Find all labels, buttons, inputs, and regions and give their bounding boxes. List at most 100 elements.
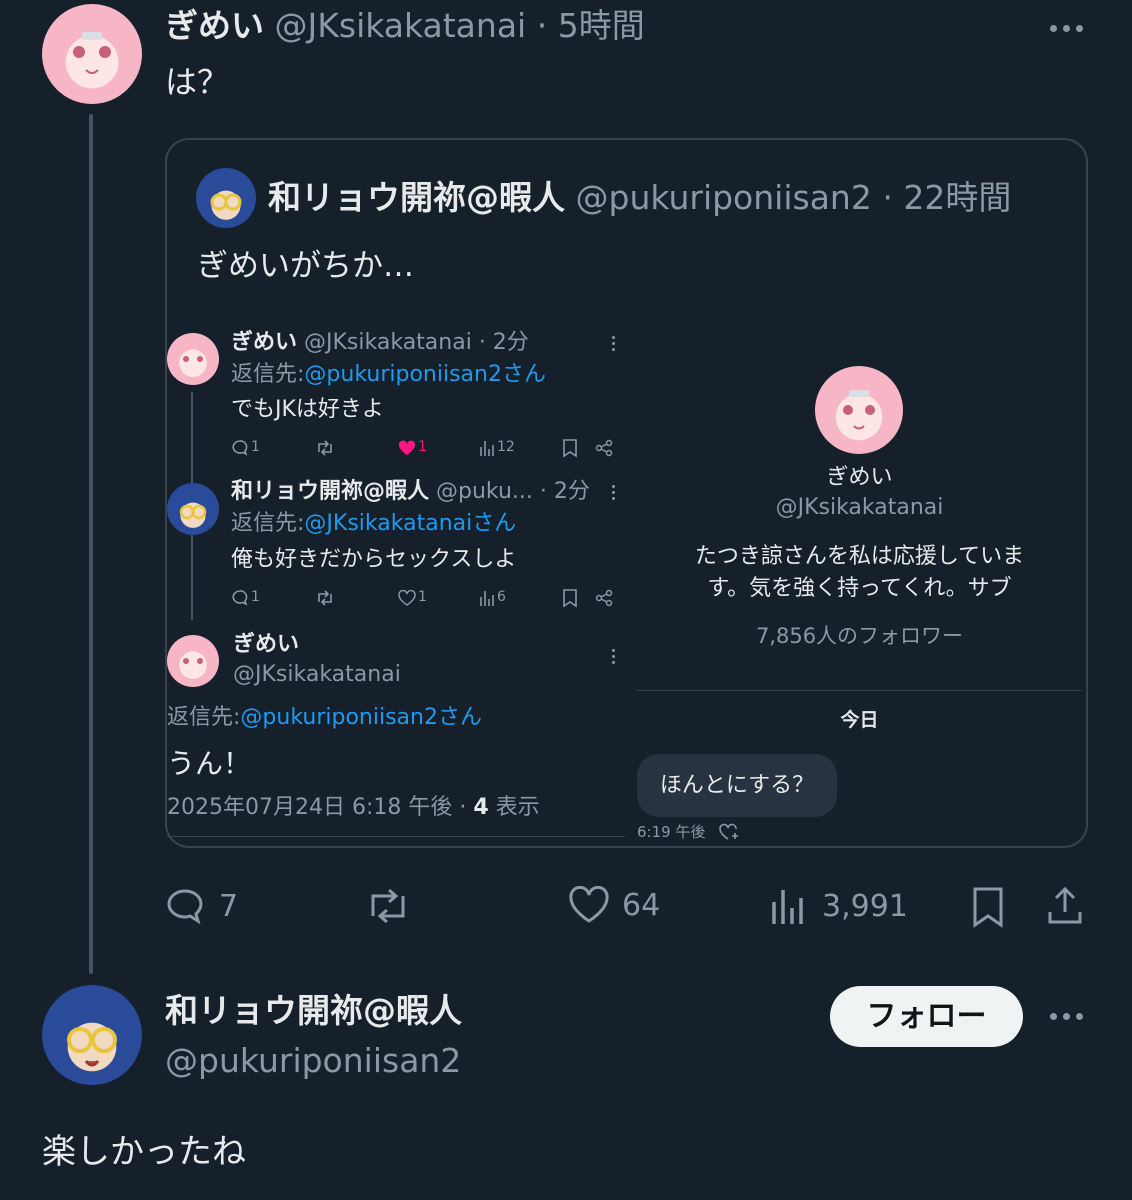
views-icon	[772, 890, 803, 924]
display-name: 和リョウ開祢@暇人	[231, 479, 430, 504]
profile-handle: @JKsikakatanai	[775, 495, 944, 520]
views-count: 6	[497, 589, 506, 605]
avatar[interactable]	[42, 4, 142, 104]
quote-text: ぎめいがちか…	[197, 248, 414, 284]
display-name: ぎめい	[231, 330, 298, 355]
quote-display-name[interactable]: 和リョウ開祢@暇人	[268, 178, 565, 217]
reply-display-name[interactable]: 和リョウ開祢@暇人	[165, 991, 462, 1031]
reply-avatar[interactable]	[42, 985, 142, 1085]
avatar-face-icon	[210, 193, 242, 211]
bookmark-button[interactable]	[971, 886, 1005, 928]
reply3-reply-to: 返信先:@pukuriponiisan2さん	[167, 703, 482, 733]
reply3-timestamp: 2025年07月24日 6:18 午後 ·	[167, 795, 474, 820]
profile-avatar	[815, 366, 903, 454]
timestamp[interactable]: 5時間	[558, 6, 645, 45]
reply3-views-count: 4	[473, 795, 489, 820]
reply3-meta: 2025年07月24日 6:18 午後 · 4 表示	[167, 793, 540, 823]
avatar-face-icon	[183, 356, 203, 362]
tweet-header: ぎめい @JKsikakatanai · 5時間	[165, 6, 645, 46]
bookmark-icon	[563, 589, 577, 608]
retweet-icon	[318, 590, 332, 606]
retweet-icon	[318, 440, 332, 456]
display-name[interactable]: ぎめい	[165, 6, 264, 45]
separator: ·	[536, 6, 548, 45]
reply1-text: でもJKは好きよ	[231, 397, 384, 422]
dm-message-time: 6:19 午後	[637, 823, 706, 841]
reply-text: 楽しかったね	[42, 1132, 246, 1172]
profile-followers: 7,856人のフォロワー	[755, 624, 964, 648]
retweet-icon	[371, 888, 405, 924]
reply-to-link: @pukuriponiisan2さん	[304, 362, 546, 387]
reply-prefix: 返信先:	[167, 705, 241, 730]
reply2-actions: 1 1 6	[231, 586, 621, 610]
reply3-views-label: 表示	[488, 795, 540, 820]
reply-handle[interactable]: @pukuriponiisan2	[165, 1041, 461, 1081]
avatar-face-icon	[843, 390, 875, 430]
handle[interactable]: @JKsikakatanai	[275, 6, 527, 45]
reply2-text: 俺も好きだからセックスしよ	[231, 547, 517, 572]
views-count: 12	[497, 439, 515, 455]
more-options-icon[interactable]	[1050, 1013, 1083, 1020]
reply3-handle: @JKsikakatanai	[233, 662, 401, 687]
divider	[637, 690, 1082, 691]
share-button[interactable]	[1045, 886, 1085, 926]
quote-handle[interactable]: @pukuriponiisan2	[576, 178, 872, 217]
like-icon-active	[398, 440, 416, 455]
like-button[interactable]: 64	[568, 886, 660, 924]
reply-count: 1	[251, 439, 260, 455]
more-options-icon	[612, 485, 615, 500]
reply-count: 7	[219, 888, 239, 924]
avatar-face-icon	[183, 658, 203, 664]
like-count: 1	[418, 439, 427, 455]
like-icon	[569, 886, 609, 923]
quote-header: 和リョウ開祢@暇人 @pukuriponiisan2 · 22時間	[268, 178, 1011, 218]
divider	[167, 836, 625, 837]
avatar	[167, 635, 219, 687]
like-count: 1	[418, 589, 427, 605]
reply1-header: ぎめい @JKsikakatanai · 2分	[231, 328, 529, 358]
views-button[interactable]: 3,991	[770, 886, 908, 926]
views-count: 3,991	[822, 888, 908, 924]
bookmark-icon	[973, 887, 1003, 928]
quote-timestamp[interactable]: 22時間	[903, 178, 1011, 217]
retweet-button[interactable]	[365, 886, 411, 926]
avatar	[167, 333, 219, 385]
reply-prefix: 返信先:	[231, 511, 305, 536]
profile-bio-line1: たつき諒さんを私は応援していま	[694, 544, 1025, 569]
thread-line	[89, 114, 93, 974]
separator: ·	[882, 178, 893, 217]
quote-avatar[interactable]	[196, 168, 256, 228]
reply-icon	[232, 440, 248, 456]
avatar-face-icon	[67, 1027, 117, 1067]
reply2-reply-to: 返信先:@JKsikakatanaiさん	[231, 509, 516, 539]
views-icon	[480, 591, 494, 606]
reply1-reply-to: 返信先:@pukuriponiisan2さん	[231, 360, 546, 390]
reply-to-link: @pukuriponiisan2さん	[240, 705, 482, 730]
reply3-text: うん！	[167, 747, 252, 780]
more-options-icon	[612, 649, 615, 664]
reply2-header: 和リョウ開祢@暇人 @puku... · 2分	[231, 477, 590, 507]
reply-prefix: 返信先:	[231, 362, 305, 387]
share-icon	[595, 589, 613, 607]
follow-button[interactable]: フォロー	[830, 986, 1023, 1047]
handle-time: @puku... · 2分	[436, 479, 590, 504]
reply1-actions: 1 1 12	[231, 436, 621, 460]
tweet-actions: 7 64 3,991	[165, 880, 1095, 934]
reply-icon	[167, 889, 203, 925]
profile-name: ぎめい	[826, 465, 893, 490]
share-icon	[595, 439, 613, 457]
like-icon	[398, 590, 416, 606]
handle-time: @JKsikakatanai · 2分	[304, 330, 529, 355]
reply3-display-name: ぎめい	[233, 632, 300, 657]
reply-count: 1	[251, 589, 260, 605]
add-reaction-icon	[719, 823, 738, 840]
reply-to-link: @JKsikakatanaiさん	[304, 511, 517, 536]
reply-icon	[232, 590, 248, 606]
dm-date-label: 今日	[840, 709, 879, 731]
avatar-face-icon	[73, 32, 111, 74]
more-options-icon	[612, 336, 615, 351]
reply-button[interactable]: 7	[165, 886, 238, 926]
more-options-icon[interactable]	[1050, 25, 1083, 32]
profile-bio-line2: す。気を強く持ってくれ。サブ	[707, 576, 1012, 601]
avatar-face-icon	[179, 504, 207, 520]
